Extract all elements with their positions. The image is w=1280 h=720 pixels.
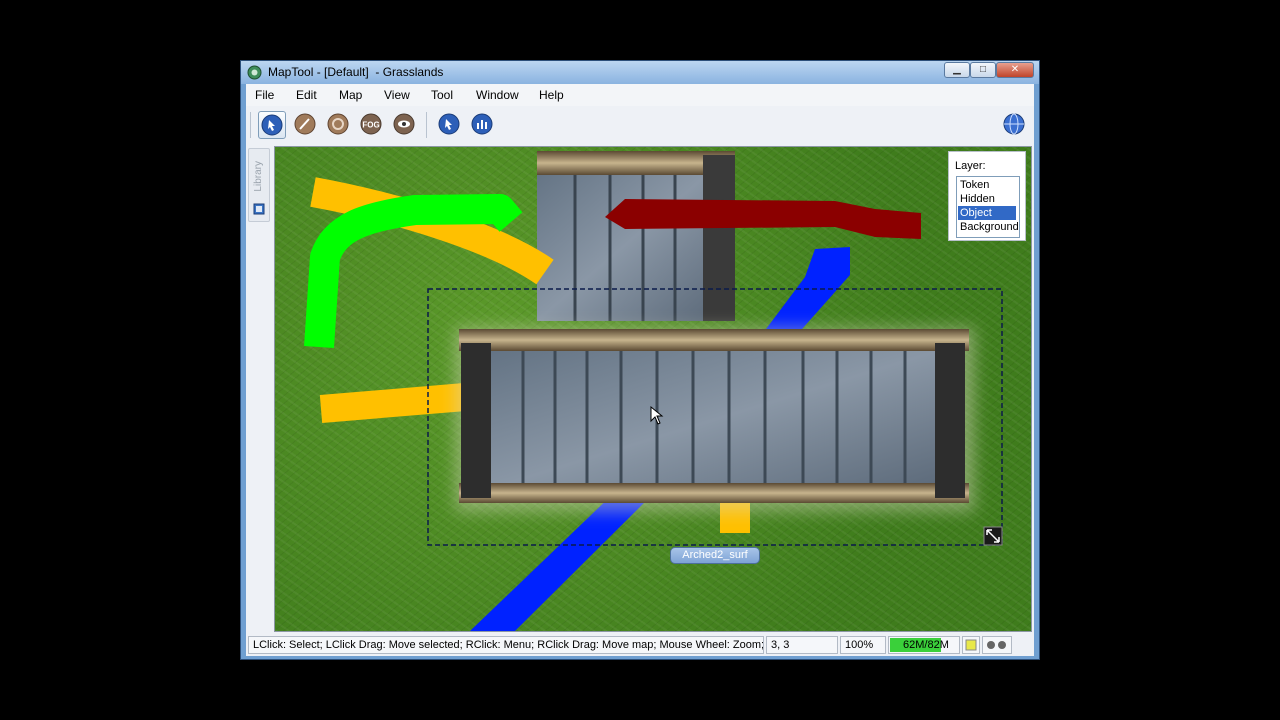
- layer-list: Token Hidden Object Background: [956, 176, 1020, 238]
- layer-option-background[interactable]: Background: [958, 220, 1019, 234]
- menu-help[interactable]: Help: [539, 88, 564, 102]
- fog-label: FOG: [362, 121, 379, 130]
- vision-tool-icon: [393, 113, 415, 135]
- menu-window[interactable]: Window: [476, 88, 519, 102]
- maptool-app-icon: [247, 65, 262, 80]
- window-title: MapTool - [Default] - Grasslands: [268, 65, 444, 79]
- side-panel: Library: [246, 146, 274, 632]
- pointer-tool-2-button[interactable]: [436, 111, 464, 139]
- stats-tool-button[interactable]: [469, 111, 497, 139]
- pointer-tool-icon: [261, 114, 283, 136]
- token-name-label[interactable]: Arched2_surf: [670, 547, 760, 564]
- layer-option-hidden[interactable]: Hidden: [958, 192, 1016, 206]
- yellow-path-lower[interactable]: [319, 383, 467, 423]
- template-tool-icon: [327, 113, 349, 135]
- library-tab[interactable]: Library: [248, 148, 270, 222]
- minimize-icon: ▁: [953, 64, 961, 75]
- connection-dots-icon: [987, 641, 1006, 649]
- menu-view[interactable]: View: [384, 88, 410, 102]
- fog-tool-icon: FOG: [360, 113, 382, 135]
- map-viewport[interactable]: Arched2_surf Layer: Token Hidden Object …: [274, 146, 1032, 632]
- toolbar-separator: [426, 112, 427, 138]
- status-indicator: [962, 636, 980, 654]
- draw-tool-button[interactable]: [292, 111, 320, 139]
- layer-option-token[interactable]: Token: [958, 178, 1016, 192]
- memory-label: 62M/82M: [903, 639, 949, 651]
- status-zoom: 100%: [840, 636, 886, 654]
- library-tab-label: Library: [253, 161, 264, 192]
- layer-panel-title: Layer:: [955, 160, 986, 172]
- fog-tool-button[interactable]: FOG: [358, 111, 386, 139]
- status-bar: LClick: Select; LClick Drag: Move select…: [246, 634, 1034, 656]
- draw-tool-icon: [294, 113, 316, 135]
- layer-option-object[interactable]: Object: [958, 206, 1016, 220]
- menu-edit[interactable]: Edit: [296, 88, 317, 102]
- close-button[interactable]: ✕: [996, 62, 1034, 78]
- bridge-object-selected[interactable]: [459, 329, 969, 503]
- map-canvas[interactable]: [275, 147, 1031, 631]
- toolbar: FOG: [246, 106, 1034, 144]
- layer-panel: Layer: Token Hidden Object Background: [948, 151, 1026, 241]
- app-window: MapTool - [Default] - Grasslands ▁ □ ✕ F…: [240, 60, 1040, 660]
- toolbar-separator: [250, 112, 251, 138]
- status-light-icon: [965, 639, 977, 651]
- vision-tool-button[interactable]: [391, 111, 419, 139]
- menu-bar: File Edit Map View Tool Window Help: [246, 84, 1034, 106]
- maximize-icon: □: [979, 64, 987, 75]
- template-tool-button[interactable]: [325, 111, 353, 139]
- blue-path-lower[interactable]: [470, 492, 655, 631]
- menu-map[interactable]: Map: [339, 88, 362, 102]
- menu-file[interactable]: File: [255, 88, 274, 102]
- status-hint: LClick: Select; LClick Drag: Move select…: [248, 636, 764, 654]
- status-coordinates: 3, 3: [766, 636, 838, 654]
- memory-bar[interactable]: 62M/82M: [888, 636, 960, 654]
- stats-tool-icon: [471, 113, 493, 135]
- library-icon: [253, 203, 265, 215]
- connection-button[interactable]: [1001, 111, 1029, 139]
- bridge-object-top[interactable]: [537, 151, 735, 321]
- minimize-button[interactable]: ▁: [944, 62, 970, 78]
- resize-handle-icon[interactable]: [983, 526, 1003, 546]
- pointer-tool-2-icon: [438, 113, 460, 135]
- globe-icon: [1003, 113, 1025, 135]
- client-area: File Edit Map View Tool Window Help FOG: [246, 84, 1034, 656]
- menu-tool[interactable]: Tool: [431, 88, 453, 102]
- close-icon: ✕: [1010, 64, 1020, 75]
- connection-status: [982, 636, 1012, 654]
- maximize-button[interactable]: □: [970, 62, 996, 78]
- pointer-tool-button[interactable]: [258, 111, 286, 139]
- title-bar[interactable]: MapTool - [Default] - Grasslands ▁ □ ✕: [241, 61, 1039, 84]
- blue-path[interactable]: [760, 247, 850, 337]
